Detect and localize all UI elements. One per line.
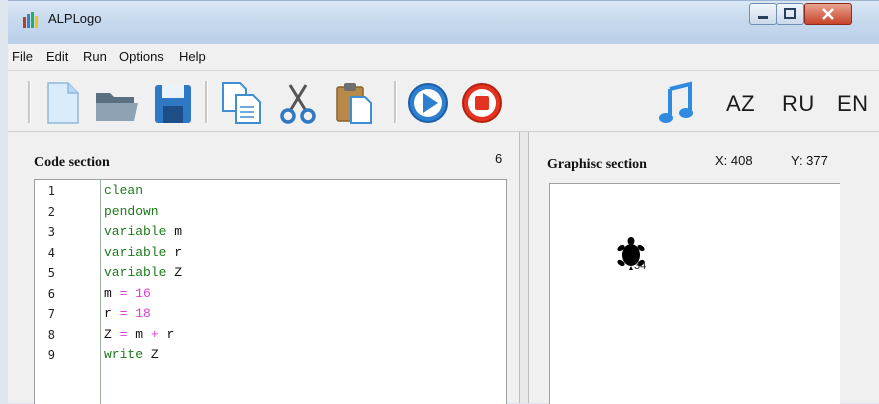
title-bar: ALPLogo (8, 0, 879, 45)
code-token: = 18 (111, 306, 151, 321)
menu-options[interactable]: Options (119, 49, 164, 64)
code-line[interactable]: variable m (104, 224, 182, 239)
panel-splitter[interactable] (519, 132, 529, 403)
code-line[interactable]: m = 16 (104, 286, 151, 301)
code-token: r (166, 326, 175, 342)
code-token: variable (104, 244, 167, 260)
menu-bar: File Edit Run Options Help (8, 44, 879, 71)
code-token: Z (166, 265, 183, 280)
y-coordinate: Y: 377 (791, 153, 828, 168)
line-number: 3 (47, 225, 55, 239)
line-number: 5 (47, 266, 55, 280)
code-token: variable (104, 224, 167, 239)
code-section-title: Code section (34, 155, 110, 170)
toolbar-separator (205, 81, 208, 123)
code-token: r (166, 244, 183, 260)
code-token: r (104, 306, 112, 321)
code-token: m (166, 224, 183, 239)
code-token: Z (143, 347, 159, 362)
music-note-icon[interactable] (658, 81, 694, 125)
language-ru-button[interactable]: RU (782, 91, 815, 117)
paste-icon[interactable] (333, 81, 375, 125)
save-icon[interactable] (153, 81, 193, 125)
language-az-button[interactable]: AZ (726, 91, 755, 117)
code-token: variable (104, 265, 167, 280)
line-number: 1 (47, 184, 55, 198)
line-number: 2 (47, 204, 55, 219)
toolbar-separator (394, 81, 397, 123)
turtle-output-text: 34 (634, 260, 647, 272)
window-left-border (0, 132, 8, 403)
code-editor[interactable]: 1 clean 2 pendown 3 variable m 4 variable r 5 var… (34, 179, 507, 404)
maximize-button[interactable] (776, 3, 804, 25)
code-line[interactable]: r = 18 (104, 306, 151, 321)
menu-file[interactable]: File (12, 49, 33, 64)
language-en-button[interactable]: EN (837, 91, 869, 117)
menu-help[interactable]: Help (179, 49, 206, 64)
menu-edit[interactable]: Edit (46, 49, 68, 64)
cut-icon[interactable] (278, 81, 318, 125)
code-token: pendown (104, 203, 159, 219)
close-icon (822, 8, 834, 20)
run-play-icon[interactable] (406, 81, 450, 125)
toolbar: AZ RU EN (8, 71, 879, 132)
toolbar-separator (28, 81, 31, 123)
code-token: = (111, 326, 136, 342)
open-folder-icon[interactable] (94, 81, 140, 125)
code-token: + (143, 326, 167, 342)
code-line[interactable]: Z = m + r (104, 327, 174, 342)
app-logo-icon (23, 12, 38, 28)
code-line[interactable]: pendown (104, 204, 159, 219)
code-token: Z (104, 326, 112, 342)
maximize-icon (784, 8, 796, 19)
close-button[interactable] (804, 3, 852, 25)
window-title: ALPLogo (48, 11, 102, 26)
code-line-counter: 6 (495, 151, 503, 166)
code-line[interactable]: clean (104, 183, 143, 198)
copy-icon[interactable] (220, 81, 264, 125)
code-token: write (104, 347, 144, 362)
code-line[interactable]: variable Z (104, 265, 182, 280)
main-area: Code section 6 1 clean 2 pendown 3 variable m… (8, 132, 879, 404)
code-line[interactable]: write Z (104, 347, 159, 362)
minimize-icon (758, 16, 768, 19)
new-file-icon[interactable] (44, 81, 80, 125)
menu-run[interactable]: Run (83, 49, 107, 64)
code-line[interactable]: variable r (104, 245, 182, 260)
code-token: m (104, 285, 112, 301)
graphics-canvas[interactable]: 34 (549, 183, 840, 404)
line-number: 4 (47, 245, 55, 260)
code-token: clean (104, 183, 144, 198)
line-number: 7 (47, 307, 55, 321)
line-number: 6 (47, 286, 55, 301)
stop-icon[interactable] (460, 81, 504, 125)
x-coordinate: X: 408 (715, 153, 753, 168)
code-token: m (135, 326, 144, 342)
code-token: = 16 (111, 285, 151, 301)
minimize-button[interactable] (749, 3, 777, 25)
line-number: 8 (47, 327, 55, 342)
line-number: 9 (47, 348, 55, 362)
graphics-section-title: Graphisc section (547, 157, 647, 172)
